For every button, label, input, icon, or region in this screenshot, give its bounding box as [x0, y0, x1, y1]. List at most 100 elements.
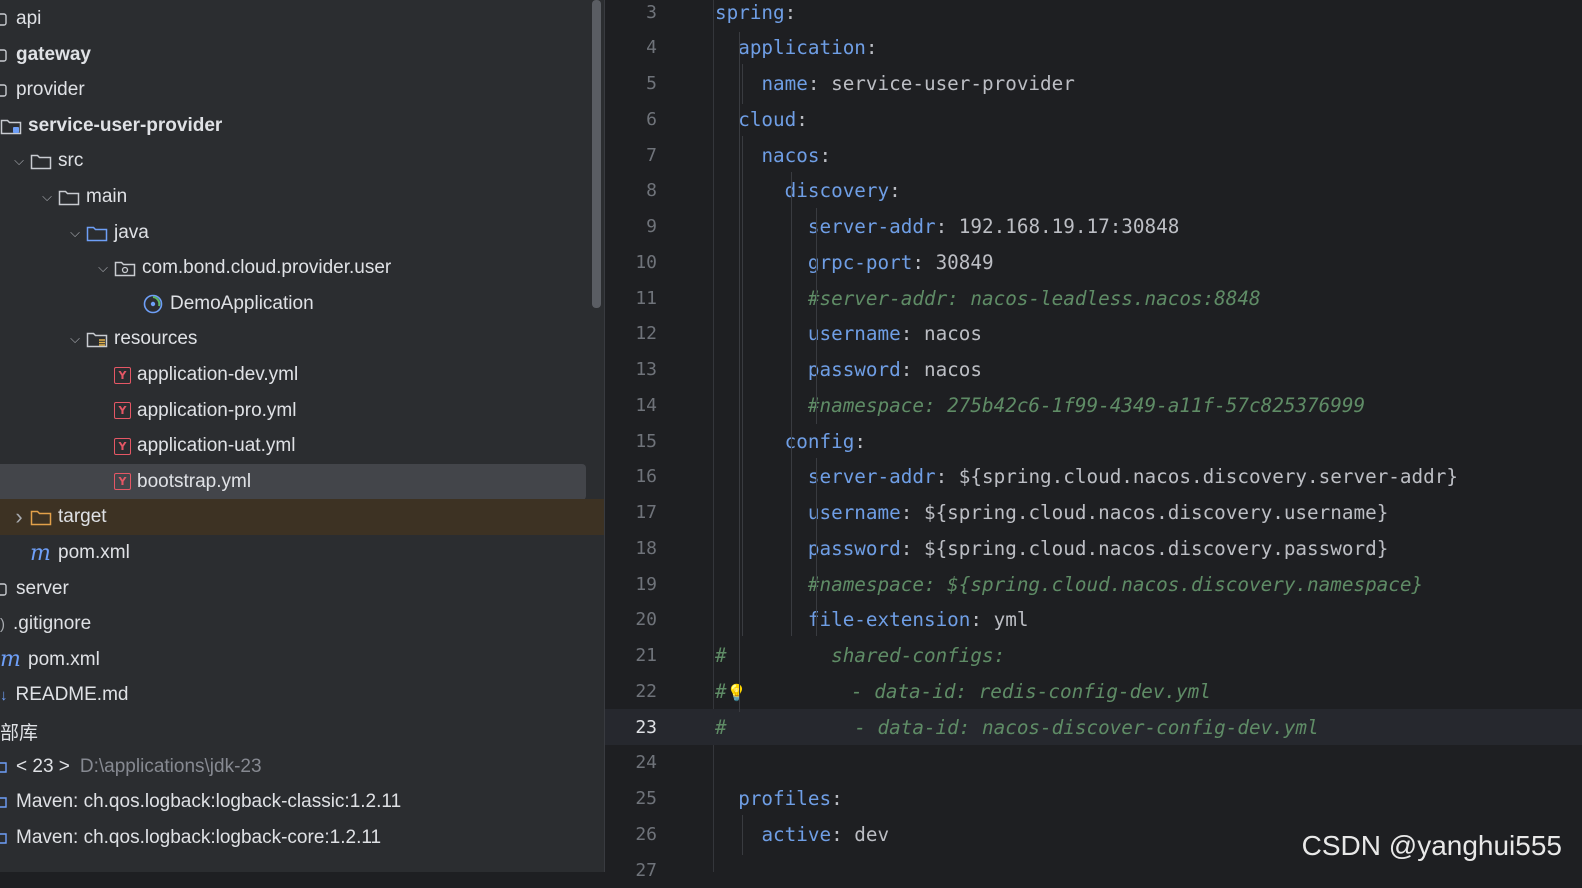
tree-item[interactable]: server: [0, 571, 604, 607]
code-line[interactable]: 15 config:: [605, 423, 1582, 459]
line-number: 10: [635, 251, 657, 273]
yaml-key: profiles: [738, 787, 832, 810]
code-line[interactable]: 14 #namespace: 275b42c6-1f99-4349-a11f-5…: [605, 387, 1582, 423]
indent-guide: [816, 458, 818, 636]
library-icon: [0, 830, 10, 846]
module-icon: [0, 11, 10, 27]
code-line[interactable]: 13 password: nacos: [605, 352, 1582, 388]
tree-item-label: provider: [16, 79, 85, 101]
yaml-value: :: [831, 787, 843, 810]
project-tree[interactable]: api gateway provider service-user-provider ⌵…: [0, 0, 604, 872]
chevron-down-icon[interactable]: ⌵: [36, 189, 58, 205]
tree-item[interactable]: ⌵ com.bond.cloud.provider.user: [0, 250, 604, 286]
tree-item[interactable]: Ybootstrap.yml: [0, 463, 586, 500]
tree-item[interactable]: ⌵ resources: [0, 321, 604, 357]
yaml-value: [715, 394, 808, 417]
tree-item[interactable]: service-user-provider: [0, 108, 604, 144]
code-text: username: nacos: [715, 322, 982, 345]
code-line[interactable]: 21 # shared-configs:: [605, 638, 1582, 674]
tree-item[interactable]: DemoApplication: [0, 286, 604, 322]
yaml-value: : nacos: [900, 358, 983, 381]
indent-guide: [741, 136, 743, 636]
yaml-comment: # shared-configs:: [715, 644, 1006, 667]
chevron-down-icon[interactable]: ⌵: [8, 153, 30, 169]
ignore-file-icon: ): [0, 615, 5, 633]
lightbulb-icon[interactable]: 💡: [727, 683, 747, 702]
yaml-value: [715, 287, 808, 310]
indent-guide: [739, 32, 740, 712]
yaml-value: : service-user-provider: [807, 72, 1075, 95]
maven-icon: m: [30, 540, 51, 566]
code-line[interactable]: 18 password: ${spring.cloud.nacos.discov…: [605, 530, 1582, 566]
tree-item[interactable]: provider: [0, 72, 604, 108]
tree-item[interactable]: ⌵ main: [0, 179, 604, 215]
yaml-value: [715, 251, 808, 274]
tree-item[interactable]: 部库: [0, 713, 604, 749]
yaml-key: config: [784, 429, 855, 453]
yaml-file-icon: Y: [114, 473, 131, 491]
yaml-value: :: [889, 179, 901, 203]
chevron-right-icon[interactable]: ›: [8, 504, 30, 530]
code-text: # - data-id: nacos-discover-config-dev.y…: [715, 716, 1319, 739]
yaml-key: server-addr: [807, 465, 936, 489]
tree-item-label: application-dev.yml: [137, 364, 299, 385]
chevron-down-icon[interactable]: ⌵: [92, 260, 114, 276]
tree-item[interactable]: < 23 > D:\applications\jdk-23: [0, 749, 604, 785]
code-line[interactable]: 6 cloud:: [605, 101, 1582, 137]
indent-guide: [741, 64, 743, 104]
code-line[interactable]: 8 discovery:: [605, 173, 1582, 209]
yaml-value: :: [865, 36, 878, 60]
code-line[interactable]: 10 grpc-port: 30849: [605, 244, 1582, 280]
code-line[interactable]: 12 username: nacos: [605, 316, 1582, 352]
yaml-key: username: [807, 501, 901, 524]
code-editor[interactable]: 3 spring: 4 application: 5 name: service-us…: [604, 0, 1582, 881]
line-number: 20: [635, 609, 657, 631]
tree-item[interactable]: Maven: ch.qos.logback:logback-classic:1.…: [0, 784, 604, 820]
code-line[interactable]: 5 name: service-user-provider: [605, 66, 1582, 102]
line-number: 14: [635, 394, 657, 416]
tree-item[interactable]: ↓ README.md: [0, 677, 604, 713]
tree-item[interactable]: Yapplication-dev.yml: [0, 357, 604, 393]
tree-item[interactable]: ) .gitignore: [0, 606, 604, 642]
tree-item[interactable]: m pom.xml: [0, 642, 604, 678]
code-line[interactable]: 17 username: ${spring.cloud.nacos.discov…: [605, 495, 1582, 531]
tree-item-label: service-user-provider: [28, 114, 223, 136]
tree-item-label: main: [86, 186, 128, 207]
tree-item[interactable]: api: [0, 1, 604, 37]
code-line[interactable]: 4 application:: [605, 30, 1582, 66]
line-number: 18: [635, 537, 657, 559]
line-number: 15: [635, 430, 657, 452]
tree-item[interactable]: ⌵ java: [0, 215, 604, 251]
line-number: 27: [635, 859, 657, 881]
resources-folder-icon: [86, 330, 108, 348]
code-line[interactable]: 9 server-addr: 192.168.19.17:30848: [605, 209, 1582, 245]
code-line[interactable]: 11 #server-addr: nacos-leadless.nacos:88…: [605, 280, 1582, 316]
code-line[interactable]: 7 nacos:: [605, 137, 1582, 173]
code-line[interactable]: 25 profiles:: [605, 781, 1582, 817]
code-line[interactable]: 16 server-addr: ${spring.cloud.nacos.dis…: [605, 459, 1582, 495]
yaml-key: file-extension: [807, 608, 971, 632]
tree-item[interactable]: gateway: [0, 37, 604, 73]
code-line[interactable]: 19 #namespace: ${spring.cloud.nacos.disc…: [605, 566, 1582, 602]
tree-item[interactable]: Yapplication-pro.yml: [0, 393, 604, 429]
project-tree-scrollbar[interactable]: [592, 0, 601, 308]
indent-guide: [790, 172, 792, 636]
indent-guide: [816, 208, 818, 424]
tree-item[interactable]: m pom.xml: [0, 535, 604, 571]
tree-item[interactable]: ⌵ src: [0, 143, 604, 179]
folder-icon: [58, 188, 80, 206]
indent-guide: [741, 815, 743, 855]
yaml-value: [715, 465, 808, 488]
tree-item[interactable]: › target: [0, 499, 604, 536]
code-line[interactable]: 24: [605, 745, 1582, 781]
yaml-value: : nacos: [900, 322, 983, 346]
code-line[interactable]: 20 file-extension: yml: [605, 602, 1582, 638]
code-line[interactable]: 3 spring:: [605, 0, 1582, 30]
tree-item[interactable]: Maven: ch.qos.logback:logback-core:1.2.1…: [0, 820, 604, 856]
code-line[interactable]: 22 #💡 - data-id: redis-config-dev.yml: [605, 673, 1582, 709]
tree-item[interactable]: Yapplication-uat.yml: [0, 428, 604, 464]
code-line[interactable]: 23 # - data-id: nacos-discover-config-dev…: [605, 709, 1582, 745]
yaml-comment: #namespace: 275b42c6-1f99-4349-a11f-57c8…: [807, 393, 1366, 417]
chevron-down-icon[interactable]: ⌵: [64, 331, 86, 347]
chevron-down-icon[interactable]: ⌵: [64, 225, 86, 241]
